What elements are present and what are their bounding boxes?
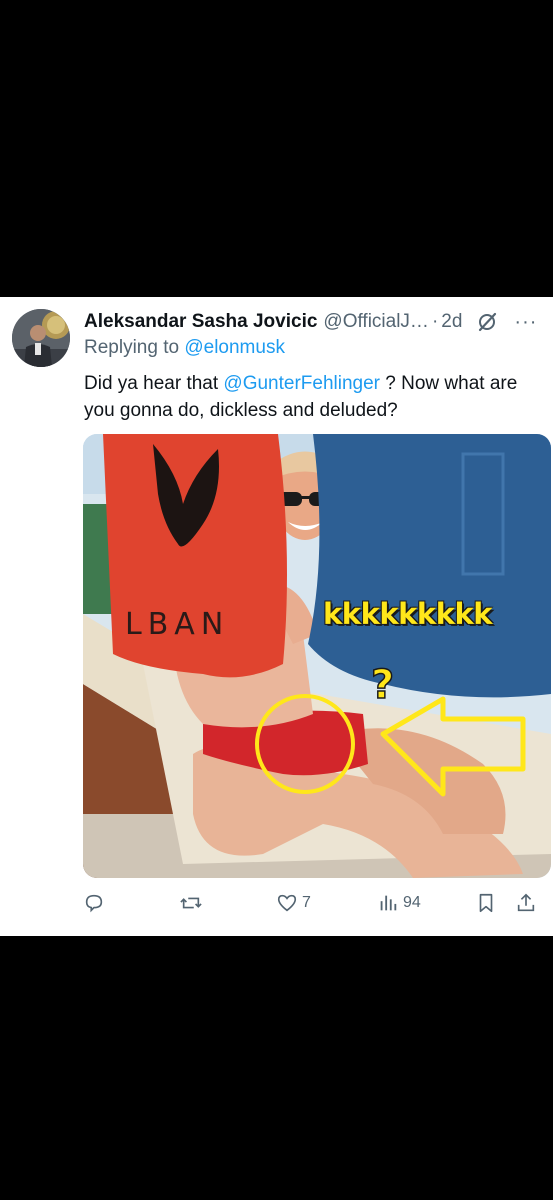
meme-overlay-text: kkkkkkkkk: [323, 597, 493, 631]
reply-icon: [85, 894, 103, 913]
share-icon: [517, 893, 535, 912]
author-handle[interactable]: @OfficialJ…: [323, 311, 429, 333]
replying-to-label: Replying to: [84, 337, 180, 358]
tweet-card[interactable]: Aleksandar Sasha Jovicic @OfficialJ… · 2…: [0, 297, 553, 936]
svg-text:?: ?: [371, 662, 394, 708]
bookmark-button[interactable]: [475, 891, 497, 915]
replying-to: Replying to @elonmusk: [84, 337, 285, 359]
avatar-image: [12, 309, 70, 367]
towel-lettering: LBAN: [125, 607, 230, 642]
tweet-mention-link[interactable]: @GunterFehlinger: [223, 373, 380, 394]
separator-dot: ·: [431, 311, 439, 332]
tweet-actions-bar: 7 94: [83, 891, 551, 915]
author-name[interactable]: Aleksandar Sasha Jovicic: [84, 311, 317, 333]
avatar[interactable]: [12, 309, 70, 367]
grok-icon[interactable]: [476, 311, 498, 333]
like-count: 7: [302, 894, 311, 911]
tweet-header: Aleksandar Sasha Jovicic @OfficialJ… · 2…: [84, 309, 543, 335]
share-button[interactable]: [515, 891, 537, 915]
beach-photo: ?: [83, 434, 551, 878]
reply-button[interactable]: [83, 891, 105, 915]
views-button[interactable]: 94: [377, 891, 421, 915]
retweet-button[interactable]: [179, 891, 203, 915]
replying-to-mention[interactable]: @elonmusk: [184, 337, 285, 358]
like-button[interactable]: 7: [276, 891, 311, 915]
more-options-icon[interactable]: ···: [514, 311, 537, 334]
views-icon: [380, 895, 397, 911]
bookmark-icon: [479, 893, 493, 913]
tweet-timestamp[interactable]: 2d: [441, 311, 462, 333]
tweet-text-part1: Did ya hear that: [84, 373, 224, 394]
views-count: 94: [403, 894, 421, 911]
tweet-media-image[interactable]: ? LBAN kkkkkkkkk: [83, 434, 551, 878]
heart-icon: [277, 894, 297, 912]
tweet-text: Did ya hear that @GunterFehlinger ? Now …: [84, 370, 546, 424]
retweet-icon: [180, 897, 202, 909]
